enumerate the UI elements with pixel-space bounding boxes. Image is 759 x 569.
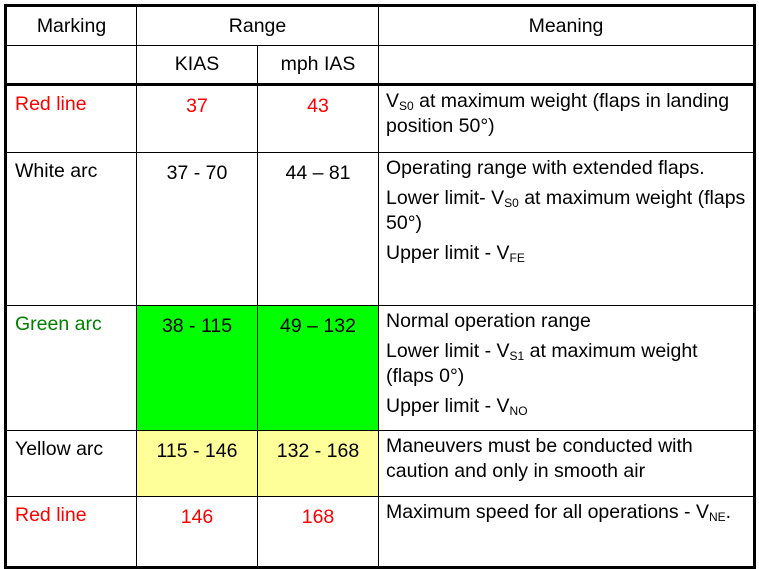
marking-cell: Red line — [5, 84, 137, 153]
mph-cell: 168 — [257, 496, 379, 568]
meaning-line: Upper limit - VFE — [386, 242, 525, 265]
airspeed-marking-table: Marking Range Meaning KIAS mph IAS Red l… — [4, 4, 756, 569]
table-row: Red line 37 43 VS0 at maximum weight (fl… — [5, 84, 755, 153]
header-row: Marking Range Meaning — [5, 5, 755, 46]
mph-cell: 49 – 132 — [257, 305, 379, 431]
marking-cell: Yellow arc — [5, 430, 137, 497]
kias-cell: 146 — [136, 496, 258, 568]
meaning-cell: Maximum speed for all operations - VNE. — [378, 496, 755, 568]
meaning-line: Operating range with extended flaps. — [386, 157, 705, 179]
meaning-line: Upper limit - VNO — [386, 395, 528, 418]
kias-cell: 37 - 70 — [136, 152, 258, 306]
subheader-empty — [378, 45, 755, 85]
kias-cell: 115 - 146 — [136, 430, 258, 497]
header-meaning: Meaning — [378, 5, 755, 46]
mph-cell: 44 – 81 — [257, 152, 379, 306]
meaning-cell: Maneuvers must be conducted with caution… — [378, 430, 755, 497]
mph-cell: 132 - 168 — [257, 430, 379, 497]
kias-cell: 38 - 115 — [136, 305, 258, 431]
meaning-cell: Normal operation range Lower limit - VS1… — [378, 305, 755, 431]
meaning-cell: Operating range with extended flaps. Low… — [378, 152, 755, 306]
marking-cell: Red line — [5, 496, 137, 568]
header-mph-ias: mph IAS — [257, 45, 379, 85]
meaning-line: Lower limit - VS1 at maximum weight (fla… — [386, 340, 698, 387]
header-marking: Marking — [5, 5, 137, 46]
kias-cell: 37 — [136, 84, 258, 153]
subheader-row: KIAS mph IAS — [5, 45, 755, 85]
meaning-line: Maximum speed for all operations - VNE. — [386, 501, 732, 524]
subheader-empty — [5, 45, 137, 85]
table-row: White arc 37 - 70 44 – 81 Operating rang… — [5, 152, 755, 306]
meaning-line: Maneuvers must be conducted with caution… — [386, 435, 693, 482]
header-kias: KIAS — [136, 45, 258, 85]
meaning-line: VS0 at maximum weight (flaps in landing … — [386, 90, 730, 137]
meaning-line: Normal operation range — [386, 310, 591, 332]
table-row: Red line 146 168 Maximum speed for all o… — [5, 496, 755, 568]
marking-cell: Green arc — [5, 305, 137, 431]
header-range: Range — [136, 5, 379, 46]
meaning-line: Lower limit- VS0 at maximum weight (flap… — [386, 187, 746, 234]
table-row: Green arc 38 - 115 49 – 132 Normal opera… — [5, 305, 755, 431]
mph-cell: 43 — [257, 84, 379, 153]
marking-cell: White arc — [5, 152, 137, 306]
meaning-cell: VS0 at maximum weight (flaps in landing … — [378, 84, 755, 153]
table-row: Yellow arc 115 - 146 132 - 168 Maneuvers… — [5, 430, 755, 497]
